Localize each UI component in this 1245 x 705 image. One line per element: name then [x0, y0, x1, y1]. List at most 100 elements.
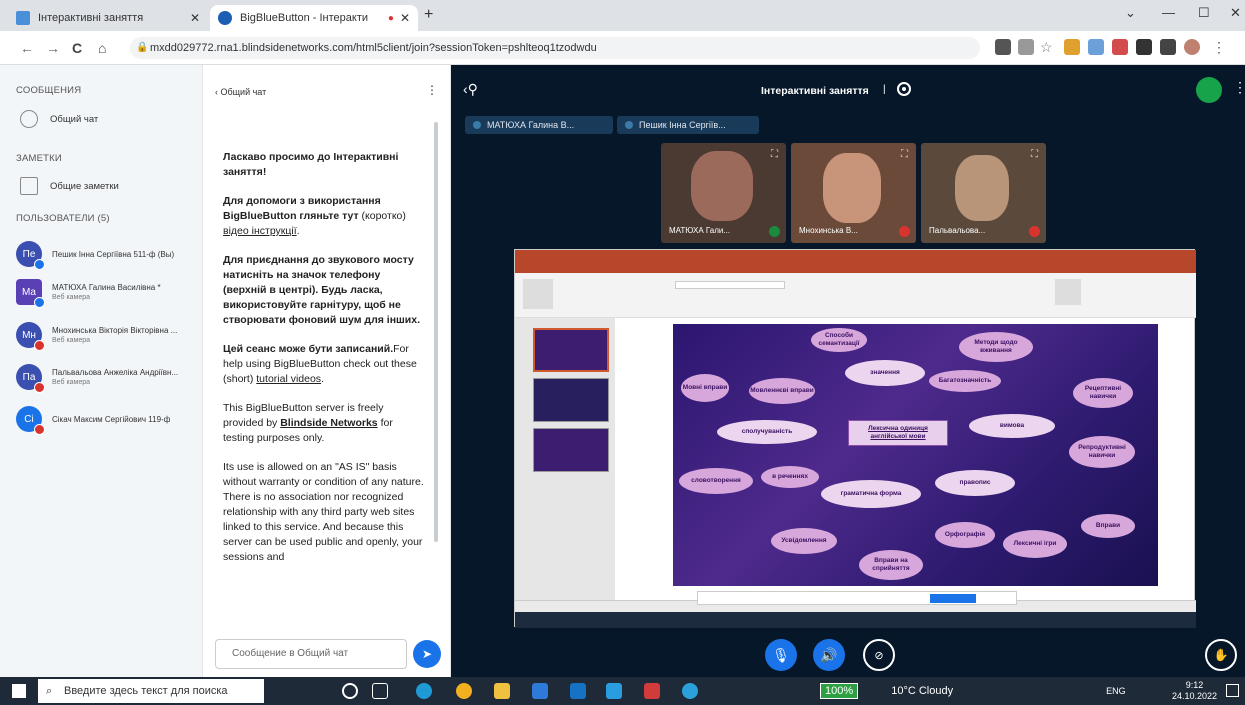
raise-hand-button[interactable]: ✋ — [1205, 639, 1237, 671]
new-tab-icon[interactable]: + — [424, 6, 433, 24]
avatar: Мн — [16, 322, 45, 351]
forward-icon[interactable]: → — [46, 40, 60, 56]
avatar: Сі — [16, 406, 45, 435]
shared-taskbar — [515, 612, 1196, 628]
puzzle-icon[interactable] — [1136, 39, 1152, 55]
star-icon[interactable]: ☆ — [1040, 39, 1056, 55]
user-item[interactable]: Па Пальвальова Анжеліка Андріївн... Веб к… — [16, 360, 202, 394]
app-icon[interactable] — [644, 683, 660, 699]
notes-icon — [20, 177, 38, 195]
chat-scrollbar[interactable] — [434, 122, 438, 542]
options-menu-icon[interactable]: ⋮ — [1233, 79, 1245, 96]
close-icon[interactable]: ✕ — [400, 11, 410, 25]
extension-icon[interactable] — [1088, 39, 1104, 55]
video-tile-name: МАТЮХА Гали... — [669, 226, 731, 235]
paste-icon — [523, 279, 553, 309]
chat-input[interactable]: Сообщение в Общий чат — [215, 639, 407, 669]
video-tile[interactable]: ⛶ Мнохинська В... — [791, 143, 916, 243]
public-chat-item[interactable]: Общий чат — [20, 110, 98, 128]
connection-status-icon[interactable] — [1196, 77, 1222, 103]
browser-tab-active[interactable]: BigBlueButton - Інтеракти ● ✕ — [210, 5, 418, 31]
extension-icon[interactable] — [1112, 39, 1128, 55]
clock[interactable]: 9:12 24.10.2022 — [1172, 680, 1217, 702]
clock-time: 9:12 — [1185, 680, 1204, 690]
meeting-area: ‹⚲ Інтерактивні заняття | ⋮ МАТЮХА Галин… — [451, 65, 1245, 677]
webcam-face — [823, 153, 881, 223]
microphone-button[interactable]: 🎙 — [765, 639, 797, 671]
hand-icon: ✋ — [1213, 648, 1229, 662]
speaker-icon: 🔊 — [820, 646, 838, 663]
ppt-ribbon-tabs — [515, 263, 1196, 273]
search-placeholder: Введите здесь текст для поиска — [64, 685, 228, 697]
video-tile-name: Мнохинська В... — [799, 226, 858, 235]
cloud-node: Репродуктивні навички — [1069, 436, 1135, 468]
fullscreen-icon[interactable]: ⛶ — [1031, 149, 1038, 160]
video-tile[interactable]: ⛶ Пальвальова... — [921, 143, 1046, 243]
telegram-icon[interactable] — [682, 683, 698, 699]
extension-icon[interactable] — [1064, 39, 1080, 55]
store-icon[interactable] — [532, 683, 548, 699]
user-item[interactable]: Пе Пешик Інна Сергіївна 511-ф (Вы) — [16, 237, 202, 271]
shared-notes-label: Общие заметки — [50, 180, 119, 192]
webcam-label: Веб камера — [52, 294, 91, 301]
onedrive-icon[interactable] — [570, 683, 586, 699]
close-icon[interactable]: ✕ — [190, 11, 200, 25]
fullscreen-icon[interactable]: ⛶ — [771, 149, 778, 160]
user-item[interactable]: Ма МАТЮХА Галина Василівна * Веб камера — [16, 275, 202, 309]
camera-icon[interactable] — [995, 39, 1011, 55]
user-list-toggle-icon[interactable]: ‹⚲ — [463, 81, 478, 98]
chrome-icon[interactable] — [456, 683, 472, 699]
cloud-node: Орфографія — [935, 522, 995, 548]
muted-icon — [899, 226, 910, 237]
webcam-button[interactable]: ⊘ — [863, 639, 895, 671]
edge-icon[interactable] — [416, 683, 432, 699]
users-header: ПОЛЬЗОВАТЕЛИ (5) — [16, 213, 110, 224]
window-close-icon[interactable]: ✕ — [1230, 5, 1241, 21]
reload-icon[interactable]: C — [72, 40, 82, 56]
search-icon: ⌕ — [46, 685, 53, 697]
cloud-node: Вправи — [1081, 514, 1135, 538]
back-icon[interactable]: ← — [20, 40, 34, 56]
cortana-icon[interactable] — [342, 683, 358, 699]
user-item[interactable]: Сі Сікач Максим Сергійович 119-ф — [16, 402, 202, 436]
minimize-icon[interactable]: — — [1162, 5, 1175, 20]
profile-avatar[interactable] — [1184, 39, 1200, 55]
chat-back-button[interactable]: ‹ Общий чат — [215, 87, 266, 97]
recording-status-icon[interactable] — [897, 82, 911, 96]
shapes-icon — [1055, 279, 1081, 305]
shared-notes-item[interactable]: Общие заметки — [20, 177, 119, 195]
slide-thumbnails — [515, 318, 615, 600]
user-item[interactable]: Мн Мнохинська Вікторія Вікторівна ... Веб… — [16, 318, 202, 352]
sidebar-icon[interactable] — [1160, 39, 1176, 55]
folder-icon[interactable] — [494, 683, 510, 699]
taskbar-search[interactable]: ⌕ Введите здесь текст для поиска — [38, 679, 264, 703]
windows-start-icon[interactable] — [12, 684, 26, 698]
home-icon[interactable]: ⌂ — [98, 40, 106, 56]
chevron-down-icon[interactable]: ⌄ — [1125, 5, 1136, 21]
more-icon[interactable]: ⋮ — [426, 83, 438, 97]
maximize-icon[interactable]: ☐ — [1198, 5, 1210, 21]
instructions-link[interactable]: відео інструкції — [223, 225, 297, 237]
welcome-message: Ласкаво просимо до Інтерактивні заняття! — [223, 151, 399, 178]
weather-widget[interactable]: 10°C Cloudy — [891, 685, 953, 697]
task-view-icon[interactable] — [372, 683, 388, 699]
app-icon[interactable] — [606, 683, 622, 699]
tutorial-link[interactable]: tutorial videos — [256, 373, 321, 385]
video-tile[interactable]: ⛶ МАТЮХА Гали... — [661, 143, 786, 243]
battery-indicator[interactable]: 100% — [820, 683, 859, 699]
stop-sharing-button[interactable] — [930, 594, 976, 603]
chat-panel: ‹ Общий чат ⋮ Ласкаво просимо до Інтерак… — [203, 65, 451, 677]
share-icon[interactable] — [1018, 39, 1034, 55]
help-message: Для допомоги з використання BigBlueButto… — [223, 195, 406, 237]
audio-button[interactable]: 🔊 — [813, 639, 845, 671]
language-indicator[interactable]: ENG — [1106, 686, 1126, 696]
browser-tab[interactable]: Інтерактивні заняття ✕ — [8, 5, 208, 31]
blindside-link[interactable]: Blindside Networks — [280, 417, 377, 429]
fullscreen-icon[interactable]: ⛶ — [901, 149, 908, 160]
muted-icon — [34, 382, 45, 393]
notification-icon[interactable] — [1226, 684, 1239, 697]
url-field[interactable]: 🔒 mxdd029772.rna1.blindsidenetworks.com/… — [130, 37, 980, 59]
menu-icon[interactable]: ⋮ — [1212, 39, 1228, 55]
avatar: Пе — [16, 241, 45, 270]
send-button[interactable]: ➤ — [413, 640, 441, 668]
